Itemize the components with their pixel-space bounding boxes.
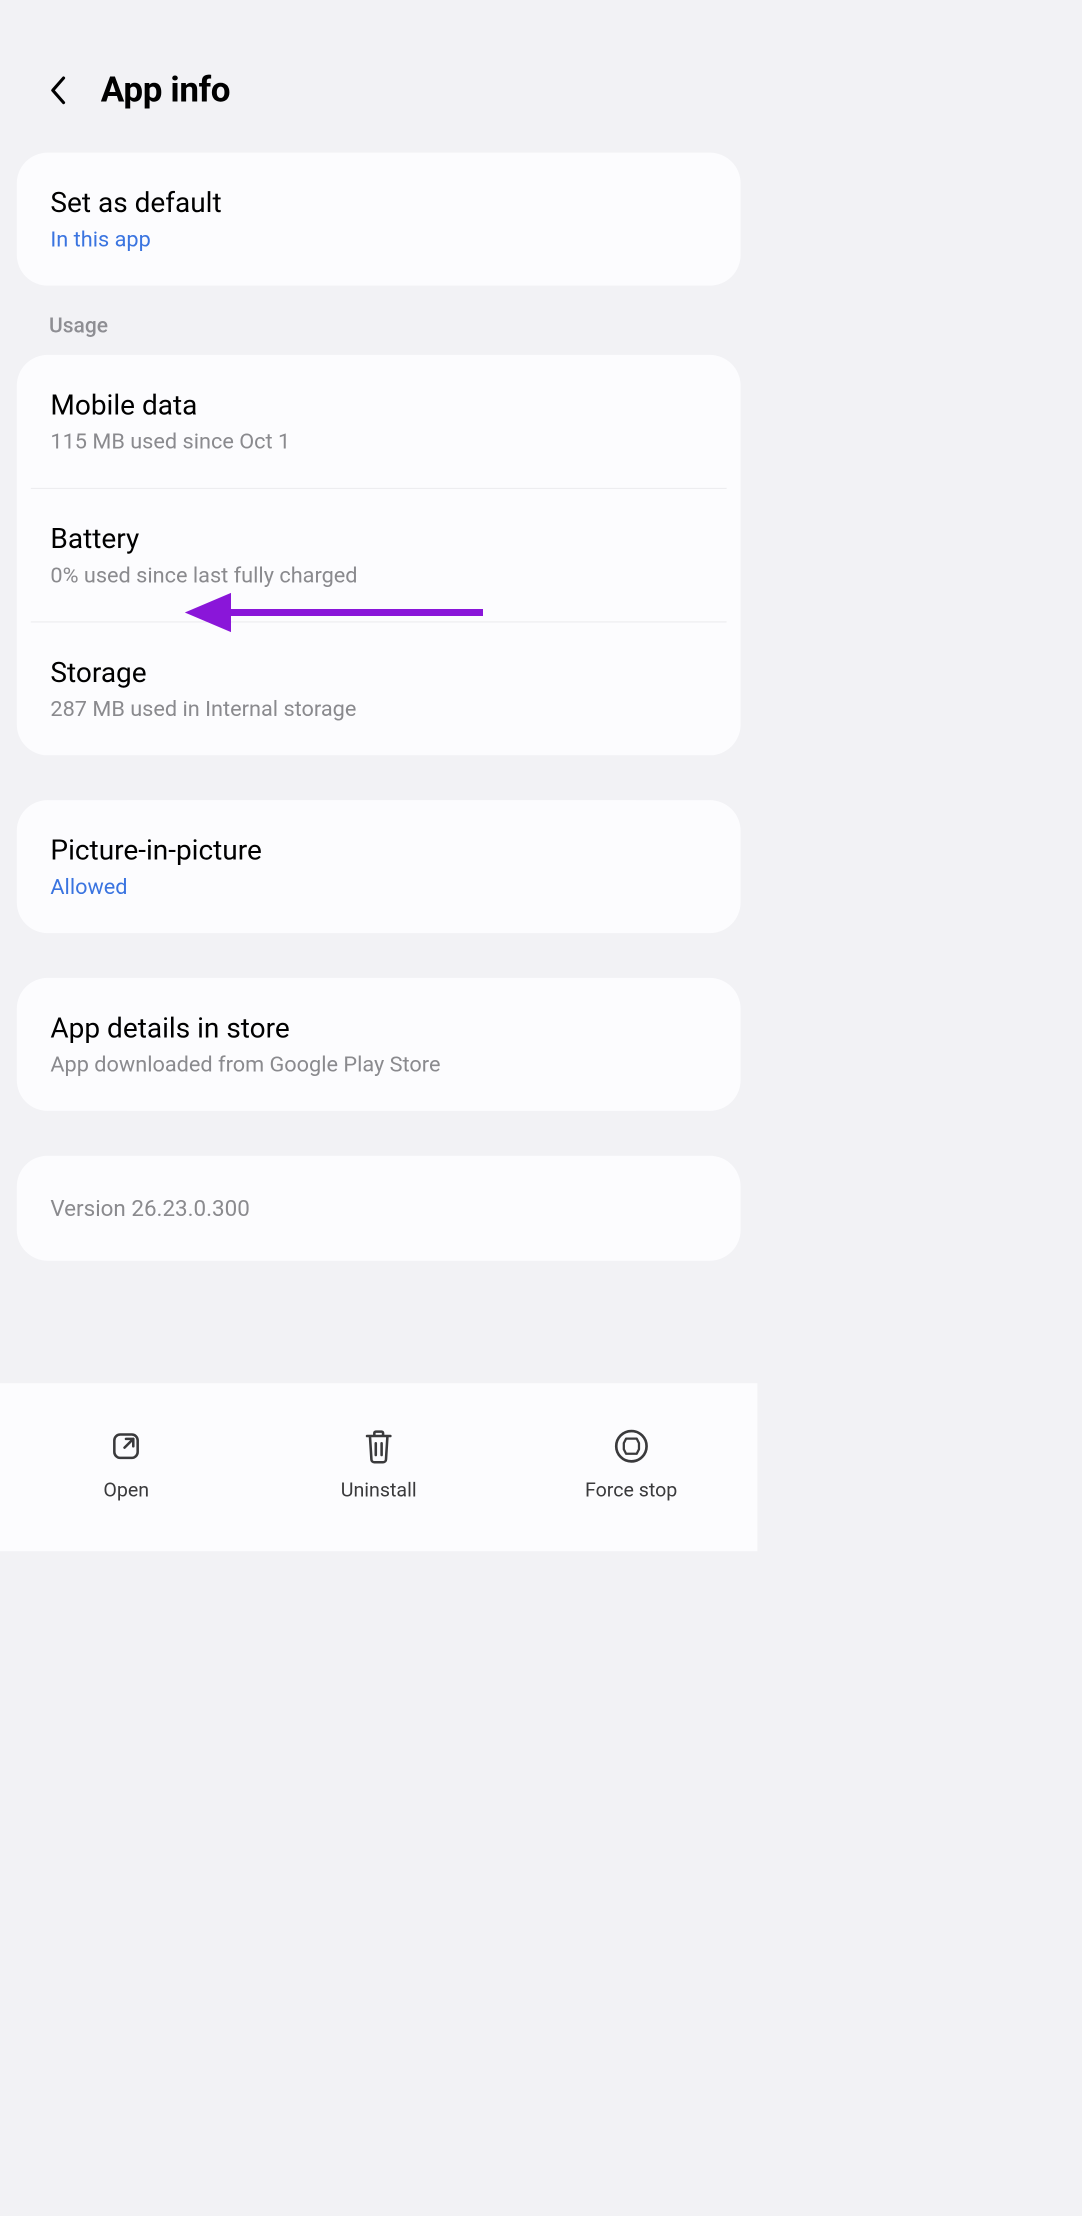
uninstall-label: Uninstall <box>341 1478 417 1501</box>
mobile-data-subtitle: 115 MB used since Oct 1 <box>50 428 707 454</box>
battery-row[interactable]: Battery 0% used since last fully charged <box>17 489 741 622</box>
open-icon <box>107 1426 146 1465</box>
open-label: Open <box>103 1478 149 1501</box>
page-title: App info <box>101 70 230 111</box>
mobile-data-title: Mobile data <box>50 389 707 422</box>
uninstall-button[interactable]: Uninstall <box>309 1426 449 1501</box>
store-subtitle: App downloaded from Google Play Store <box>50 1051 707 1077</box>
chevron-left-icon <box>46 75 68 106</box>
trash-icon <box>359 1426 398 1465</box>
store-row[interactable]: App details in store App downloaded from… <box>17 978 741 1111</box>
battery-subtitle: 0% used since last fully charged <box>50 562 707 588</box>
storage-title: Storage <box>50 656 707 689</box>
pip-card: Picture-in-picture Allowed <box>17 800 741 933</box>
open-button[interactable]: Open <box>56 1426 196 1501</box>
pip-row[interactable]: Picture-in-picture Allowed <box>17 800 741 933</box>
force-stop-label: Force stop <box>585 1478 677 1501</box>
store-card: App details in store App downloaded from… <box>17 978 741 1111</box>
mobile-data-row[interactable]: Mobile data 115 MB used since Oct 1 <box>17 355 741 488</box>
store-title: App details in store <box>50 1012 707 1045</box>
force-stop-icon <box>612 1426 651 1465</box>
storage-subtitle: 287 MB used in Internal storage <box>50 696 707 722</box>
usage-card: Mobile data 115 MB used since Oct 1 Batt… <box>17 355 741 755</box>
version-card: Version 26.23.0.300 <box>17 1156 741 1261</box>
header: App info <box>0 0 757 153</box>
force-stop-button[interactable]: Force stop <box>561 1426 701 1501</box>
usage-section-label: Usage <box>0 293 757 355</box>
pip-title: Picture-in-picture <box>50 834 707 867</box>
set-as-default-subtitle: In this app <box>50 226 707 252</box>
bottom-bar: Open Uninstall Force stop <box>0 1383 757 1551</box>
battery-title: Battery <box>50 522 707 555</box>
pip-subtitle: Allowed <box>50 874 707 900</box>
version-text: Version 26.23.0.300 <box>50 1195 707 1222</box>
storage-row[interactable]: Storage 287 MB used in Internal storage <box>17 622 741 755</box>
back-button[interactable] <box>42 75 73 106</box>
defaults-card: Set as default In this app <box>17 153 741 286</box>
set-as-default-row[interactable]: Set as default In this app <box>17 153 741 286</box>
set-as-default-title: Set as default <box>50 186 707 219</box>
